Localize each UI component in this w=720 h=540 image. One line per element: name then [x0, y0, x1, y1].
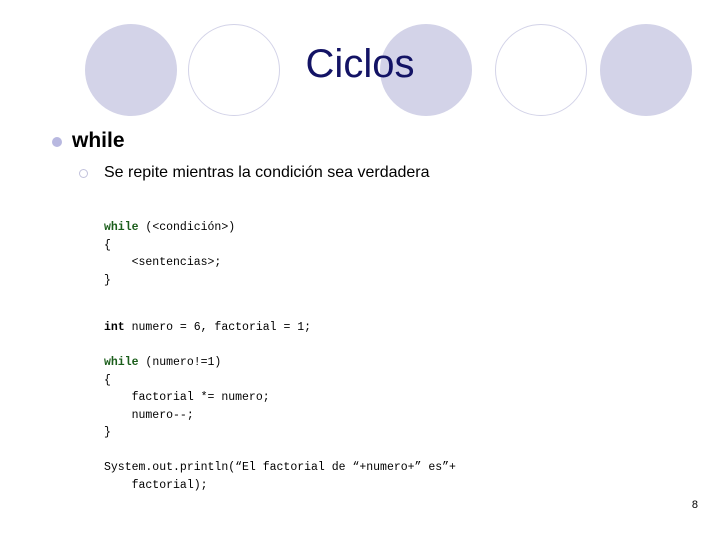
keyword-while: while — [104, 355, 139, 369]
title-container: Ciclos — [0, 40, 720, 88]
code-body: factorial); — [104, 478, 208, 492]
code-line-head: (<condición>) — [138, 221, 236, 234]
keyword-while: while — [104, 221, 139, 234]
code-body: { factorial *= numero; numero--; } — [104, 373, 270, 440]
code-block-syntax: while (<condición>) { <sentencias>; } — [104, 219, 674, 289]
code-sample-area: while (<condición>) { <sentencias>; } in… — [104, 219, 674, 494]
list-item: Se repite mientras la condición sea verd… — [0, 162, 720, 186]
bullet-level1-label: while — [72, 129, 125, 152]
page-title: Ciclos — [305, 42, 415, 86]
bullet-level2-label: Se repite mientras la condición sea verd… — [104, 164, 430, 181]
keyword-int: int — [104, 321, 125, 335]
code-block-declaration: int numero = 6, factorial = 1; — [104, 319, 674, 337]
code-line-head: System.out.println(“El factorial de “+nu… — [104, 460, 456, 474]
page-number: 8 — [691, 499, 698, 511]
code-block-loop: while (numero!=1) { factorial *= numero;… — [104, 354, 674, 442]
filled-disc-bullet-icon — [52, 137, 62, 147]
code-body: { <sentencias>; } — [104, 238, 222, 287]
code-block-print: System.out.println(“El factorial de “+nu… — [104, 459, 674, 494]
code-line-head: numero = 6, factorial = 1; — [124, 321, 312, 335]
list-item: while — [0, 128, 720, 156]
hollow-circle-bullet-icon — [79, 169, 88, 178]
code-line-head: (numero!=1) — [138, 355, 222, 369]
bullet-list: while Se repite mientras la condición se… — [0, 128, 720, 186]
